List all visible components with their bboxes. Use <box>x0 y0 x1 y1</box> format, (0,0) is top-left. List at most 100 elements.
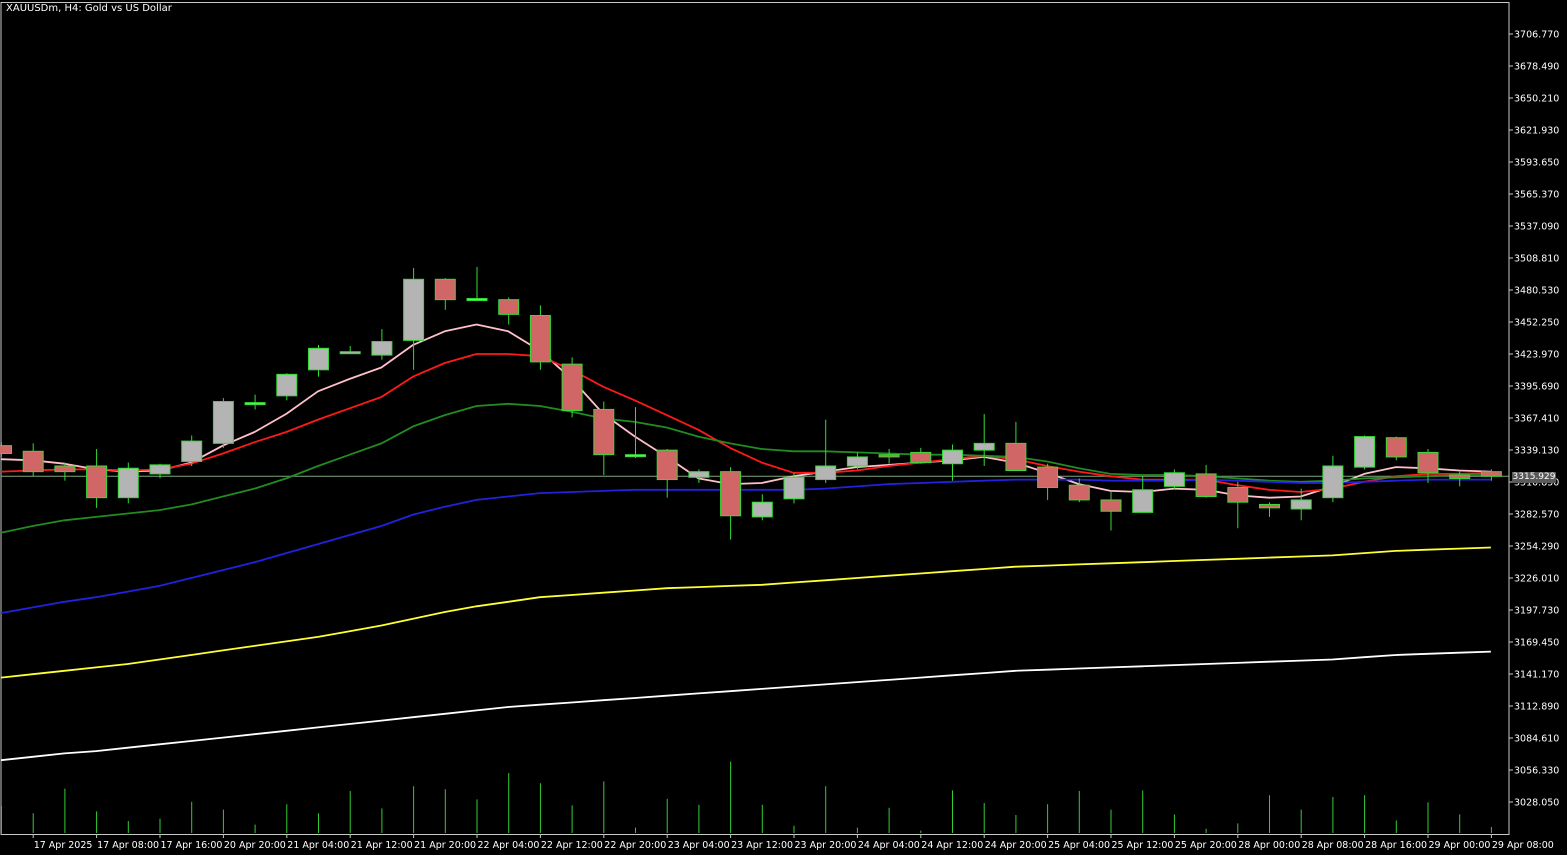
candle <box>117 462 139 504</box>
candle <box>1005 421 1027 472</box>
candle <box>244 394 266 410</box>
candle-body <box>656 449 678 481</box>
candle <box>1417 449 1439 483</box>
candle <box>878 449 900 464</box>
candle <box>86 449 108 508</box>
candle-body <box>720 471 742 517</box>
x-tick-label: 23 Apr 12:00 <box>731 840 793 851</box>
x-tick-label: 28 Apr 08:00 <box>1302 840 1364 851</box>
x-tick-label: 29 Apr 08:00 <box>1492 840 1554 851</box>
candle <box>1259 502 1280 517</box>
x-tick-label: 22 Apr 04:00 <box>478 840 540 851</box>
moving-average-line-5 <box>0 546 1491 679</box>
candle-body <box>625 454 646 458</box>
x-tick-label: 25 Apr 20:00 <box>1175 840 1237 851</box>
price-chart[interactable]: 3706.770 3678.490 3650.210 3621.930 3593.650… <box>0 0 1567 855</box>
candle-body <box>593 408 615 456</box>
candle-body <box>942 449 963 465</box>
y-tick-label: 3112.890 <box>1514 702 1559 713</box>
x-tick-label: 25 Apr 04:00 <box>1048 840 1110 851</box>
candle-body <box>339 351 361 355</box>
candle <box>688 469 710 483</box>
chart-window[interactable]: 3706.770 3678.490 3650.210 3621.930 3593.650… <box>0 0 1567 855</box>
candle-body <box>371 341 393 356</box>
candle-body <box>0 445 12 455</box>
y-tick-label: 3593.650 <box>1514 158 1559 169</box>
x-tick-label: 28 Apr 16:00 <box>1365 840 1427 851</box>
candle-body <box>181 440 203 462</box>
y-tick-label: 3254.290 <box>1514 542 1559 553</box>
candle <box>783 472 805 504</box>
candle-body <box>529 314 551 363</box>
candle <box>593 401 615 476</box>
candle <box>276 373 298 401</box>
candle-body <box>466 298 488 302</box>
x-tick-label: 17 Apr 2025 <box>34 840 93 851</box>
x-tick-label: 22 Apr 12:00 <box>541 840 603 851</box>
y-tick-label: 3621.930 <box>1514 126 1559 137</box>
current-price-tag: 3315.929 <box>1512 472 1556 483</box>
candle <box>1100 492 1122 531</box>
candle <box>529 305 551 370</box>
y-tick-label: 3650.210 <box>1514 94 1559 105</box>
moving-average-line-4 <box>0 478 1491 614</box>
y-tick-label: 3367.410 <box>1514 414 1559 425</box>
x-tick-label: 24 Apr 04:00 <box>858 840 920 851</box>
candle-body <box>1163 472 1185 487</box>
candle <box>1132 476 1154 513</box>
candle-body <box>1290 499 1312 510</box>
x-tick-label: 25 Apr 12:00 <box>1112 840 1174 851</box>
candle <box>181 435 203 466</box>
x-tick-label: 21 Apr 12:00 <box>351 840 413 851</box>
y-tick-label: 3706.770 <box>1514 30 1559 41</box>
candle-body <box>1132 489 1154 513</box>
y-tick-label: 3169.450 <box>1514 638 1559 649</box>
candle-body <box>54 465 76 473</box>
x-tick-label: 21 Apr 20:00 <box>414 840 476 851</box>
candle-body <box>1259 503 1280 509</box>
candle-body <box>244 402 266 406</box>
x-tick-label: 24 Apr 20:00 <box>985 840 1047 851</box>
candle-body <box>783 476 805 500</box>
x-tick-label: 23 Apr 20:00 <box>795 840 857 851</box>
candle-body <box>688 471 710 478</box>
moving-average-line-6 <box>0 650 1491 762</box>
candle-body <box>1385 437 1407 458</box>
x-tick-label: 22 Apr 20:00 <box>604 840 666 851</box>
y-tick-label: 3084.610 <box>1514 734 1559 745</box>
x-tick-label: 23 Apr 04:00 <box>668 840 730 851</box>
candle-body <box>22 450 44 473</box>
candle <box>1195 464 1217 498</box>
y-tick-label: 3028.050 <box>1514 798 1559 809</box>
y-tick-label: 3480.530 <box>1514 286 1559 297</box>
y-tick-label: 3226.010 <box>1514 574 1559 585</box>
candle <box>1037 463 1059 500</box>
candle-body <box>149 464 171 475</box>
y-tick-label: 3423.970 <box>1514 350 1559 361</box>
candle-body <box>1354 436 1376 468</box>
x-tick-label: 24 Apr 12:00 <box>921 840 983 851</box>
y-tick-label: 3339.130 <box>1514 446 1559 457</box>
candle <box>371 329 393 360</box>
y-tick-label: 3678.490 <box>1514 62 1559 73</box>
y-tick-label: 3508.810 <box>1514 254 1559 265</box>
candle <box>308 344 329 377</box>
candle-body <box>498 299 520 315</box>
chart-title: XAUUSDm, H4: Gold vs US Dollar <box>6 3 172 14</box>
candle <box>720 467 742 540</box>
candle-body <box>276 373 298 397</box>
y-tick-label: 3197.730 <box>1514 606 1559 617</box>
candle-body <box>1068 484 1090 501</box>
candle <box>910 447 932 464</box>
candle-body <box>846 456 868 467</box>
candle <box>751 494 773 521</box>
candle-body <box>403 278 425 341</box>
candle-body <box>878 454 900 458</box>
candle-body <box>815 465 837 481</box>
candle <box>22 443 44 477</box>
x-tick-label: 17 Apr 16:00 <box>161 840 223 851</box>
x-tick-label: 29 Apr 00:00 <box>1429 840 1491 851</box>
candle-body <box>117 467 139 499</box>
y-tick-label: 3537.090 <box>1514 222 1559 233</box>
candle <box>403 267 425 370</box>
